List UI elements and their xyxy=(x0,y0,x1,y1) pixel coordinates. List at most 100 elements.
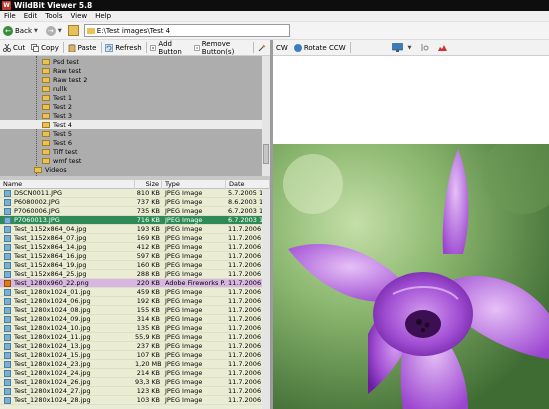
file-size: 93,3 KB xyxy=(135,378,161,386)
forward-button-icon[interactable]: → xyxy=(45,25,56,36)
file-name: Test_1280x1024_15.jpg xyxy=(14,351,91,359)
table-row[interactable]: Test_1152x864_19.jpg 160 KB JPEG Image 11.7… xyxy=(0,261,270,270)
file-list-scrollbar[interactable] xyxy=(262,189,270,409)
folder-icon xyxy=(42,94,50,101)
file-name: Test_1280x1024_10.jpg xyxy=(14,324,91,332)
table-row[interactable]: Test_1280x1024_27.jpg 123 KB JPEG Image 11.… xyxy=(0,387,270,396)
file-size: 135 KB xyxy=(136,324,160,332)
tree-item-raw-test-2[interactable]: Raw test 2 xyxy=(0,75,262,84)
file-size: 55,9 KB xyxy=(135,333,161,341)
column-date-modified[interactable]: Date modified xyxy=(226,180,270,197)
monitor-dropdown-icon[interactable]: ▼ xyxy=(408,45,412,51)
tree-item-raw-test[interactable]: Raw test xyxy=(0,66,262,75)
file-size: 716 KB xyxy=(136,216,160,224)
file-type: JPEG Image xyxy=(165,324,203,332)
tree-item-label: Test 2 xyxy=(53,102,73,111)
file-type: JPEG Image xyxy=(165,378,203,386)
file-name: Test_1280x1024_08.jpg xyxy=(14,306,91,314)
table-row[interactable]: P7060006.JPG 735 KB JPEG Image 6.7.2003 14:… xyxy=(0,207,270,216)
table-row[interactable]: Test_1280x1024_24.jpg 214 KB JPEG Image 11.… xyxy=(0,369,270,378)
tree-scrollbar-thumb[interactable] xyxy=(263,144,269,164)
file-name: Test_1280x1024_01.jpg xyxy=(14,288,91,296)
file-size: 737 KB xyxy=(136,198,160,206)
tree-item-test-2[interactable]: Test 2 xyxy=(0,102,262,111)
table-row[interactable]: Test_1152x864_16.jpg 597 KB JPEG Image 11.7… xyxy=(0,252,270,261)
file-name: Test_1280x1024_28.jpg xyxy=(14,396,91,404)
table-row[interactable]: Test_1152x864_14.jpg 412 KB JPEG Image 11.7… xyxy=(0,243,270,252)
tree-scrollbar[interactable] xyxy=(262,56,270,176)
table-row[interactable]: Test_1280x1024_28.jpg 103 KB JPEG Image 11.… xyxy=(0,396,270,405)
tree-item-test-5[interactable]: Test 5 xyxy=(0,129,262,138)
remove-buttons-button[interactable]: Remove Button(s) xyxy=(191,39,252,56)
cut-button[interactable]: Cut xyxy=(0,41,28,54)
paste-button[interactable]: Paste xyxy=(65,41,100,54)
image-viewer[interactable] xyxy=(273,56,549,409)
window-title: WildBit Viewer 5.8 xyxy=(14,1,93,10)
table-row[interactable]: Test_1280x1024_23.jpg 1,20 MB JPEG Image 11… xyxy=(0,360,270,369)
histogram-icon[interactable] xyxy=(437,43,448,52)
tree-item-test-6[interactable]: Test 6 xyxy=(0,138,262,147)
monitor-icon[interactable] xyxy=(391,43,403,52)
tree-item-videos[interactable]: Videos xyxy=(0,165,262,174)
table-row[interactable]: Test_1280x1024_11.jpg 55,9 KB JPEG Image 11… xyxy=(0,333,270,342)
tree-item-test-4[interactable]: Test 4 xyxy=(0,120,262,129)
tree-item-label: Psd test xyxy=(53,57,79,66)
table-row[interactable]: Test_1152x864_04.jpg 193 KB JPEG Image 11.7… xyxy=(0,225,270,234)
folder-up-icon[interactable] xyxy=(67,25,79,36)
tree-item-psd-test[interactable]: Psd test xyxy=(0,57,262,66)
forward-dropdown-icon[interactable]: ▼ xyxy=(58,28,62,34)
file-toolbar: Cut Copy Paste Refresh Add Button Remove… xyxy=(0,40,271,56)
rotate-ccw-button[interactable]: Rotate CCW xyxy=(291,43,349,52)
file-size: 735 KB xyxy=(136,207,160,215)
table-row[interactable]: Test_1280x1024_13.jpg 237 KB JPEG Image 11.… xyxy=(0,342,270,351)
column-type[interactable]: Type xyxy=(162,180,226,189)
tree-item-test-1[interactable]: Test 1 xyxy=(0,93,262,102)
table-row[interactable]: Test_1280x1024_08.jpg 155 KB JPEG Image 11.… xyxy=(0,306,270,315)
table-row[interactable]: Test_1280x1024_15.jpg 107 KB JPEG Image 11.… xyxy=(0,351,270,360)
tree-item-tiff-test[interactable]: Tiff test xyxy=(0,147,262,156)
column-name[interactable]: Name xyxy=(0,180,135,189)
table-row[interactable]: P7060013.JPG 716 KB JPEG Image 6.7.2003 14:… xyxy=(0,216,270,225)
rotate-cw-button[interactable]: CW xyxy=(273,44,291,52)
table-row[interactable]: Test_1280x1024_26.jpg 93,3 KB JPEG Image 11… xyxy=(0,378,270,387)
file-size: 810 KB xyxy=(136,189,160,197)
table-row[interactable]: Test_1280x1024_01.jpg 459 KB JPEG Image 11.… xyxy=(0,288,270,297)
file-name: P7060013.JPG xyxy=(14,216,60,224)
customize-toolbar-button[interactable] xyxy=(255,41,271,54)
table-row[interactable]: Test_1152x864_07.jpg 169 KB JPEG Image 11.7… xyxy=(0,234,270,243)
file-name: P7060006.JPG xyxy=(14,207,60,215)
menu-view[interactable]: View xyxy=(67,12,92,20)
table-row[interactable]: Test_1280x1024_09.jpg 314 KB JPEG Image 11.… xyxy=(0,315,270,324)
menu-edit[interactable]: Edit xyxy=(20,12,42,20)
menu-tools[interactable]: Tools xyxy=(41,12,66,20)
table-row[interactable]: Test_1280x960_22.png 220 KB Adobe Firework… xyxy=(0,279,270,288)
menu-help[interactable]: Help xyxy=(91,12,115,20)
file-type: JPEG Image xyxy=(165,297,203,305)
refresh-button[interactable]: Refresh xyxy=(102,41,144,54)
tree-item-rullk[interactable]: rullk xyxy=(0,84,262,93)
table-row[interactable]: Test_1280x1024_10.jpg 135 KB JPEG Image 11.… xyxy=(0,324,270,333)
file-size: 314 KB xyxy=(136,315,160,323)
folder-icon xyxy=(42,103,50,110)
back-button[interactable]: ← Back ▼ xyxy=(3,24,40,38)
folder-icon xyxy=(86,27,95,34)
file-name: Test_1280x1024_13.jpg xyxy=(14,342,91,350)
remove-buttons-label: Remove Button(s) xyxy=(201,39,235,56)
table-row[interactable]: DSCN0011.JPG 810 KB JPEG Image 5.7.2005 17:… xyxy=(0,189,270,198)
slideshow-icon[interactable] xyxy=(420,43,431,52)
address-bar[interactable]: E:\Test images\Test 4 xyxy=(83,24,290,37)
tree-item-test-3[interactable]: Test 3 xyxy=(0,111,262,120)
table-row[interactable]: P6080002.JPG 737 KB JPEG Image 8.6.2003 14:… xyxy=(0,198,270,207)
column-size[interactable]: Size xyxy=(135,180,162,189)
file-size: 1,20 MB xyxy=(135,360,162,368)
table-row[interactable]: Test_1280x1024_06.jpg 192 KB JPEG Image 11.… xyxy=(0,297,270,306)
toolbar-separator xyxy=(253,42,254,53)
tree-item-wmf-test[interactable]: wmf test xyxy=(0,156,262,165)
file-type: JPEG Image xyxy=(165,270,203,278)
menu-file[interactable]: File xyxy=(0,12,20,20)
add-button-button[interactable]: Add Button xyxy=(147,40,190,56)
copy-button[interactable]: Copy xyxy=(28,41,62,54)
file-type: JPEG Image xyxy=(165,189,203,197)
table-row[interactable]: Test_1152x864_25.jpg 288 KB JPEG Image 11.7… xyxy=(0,270,270,279)
back-dropdown-icon[interactable]: ▼ xyxy=(34,28,38,34)
